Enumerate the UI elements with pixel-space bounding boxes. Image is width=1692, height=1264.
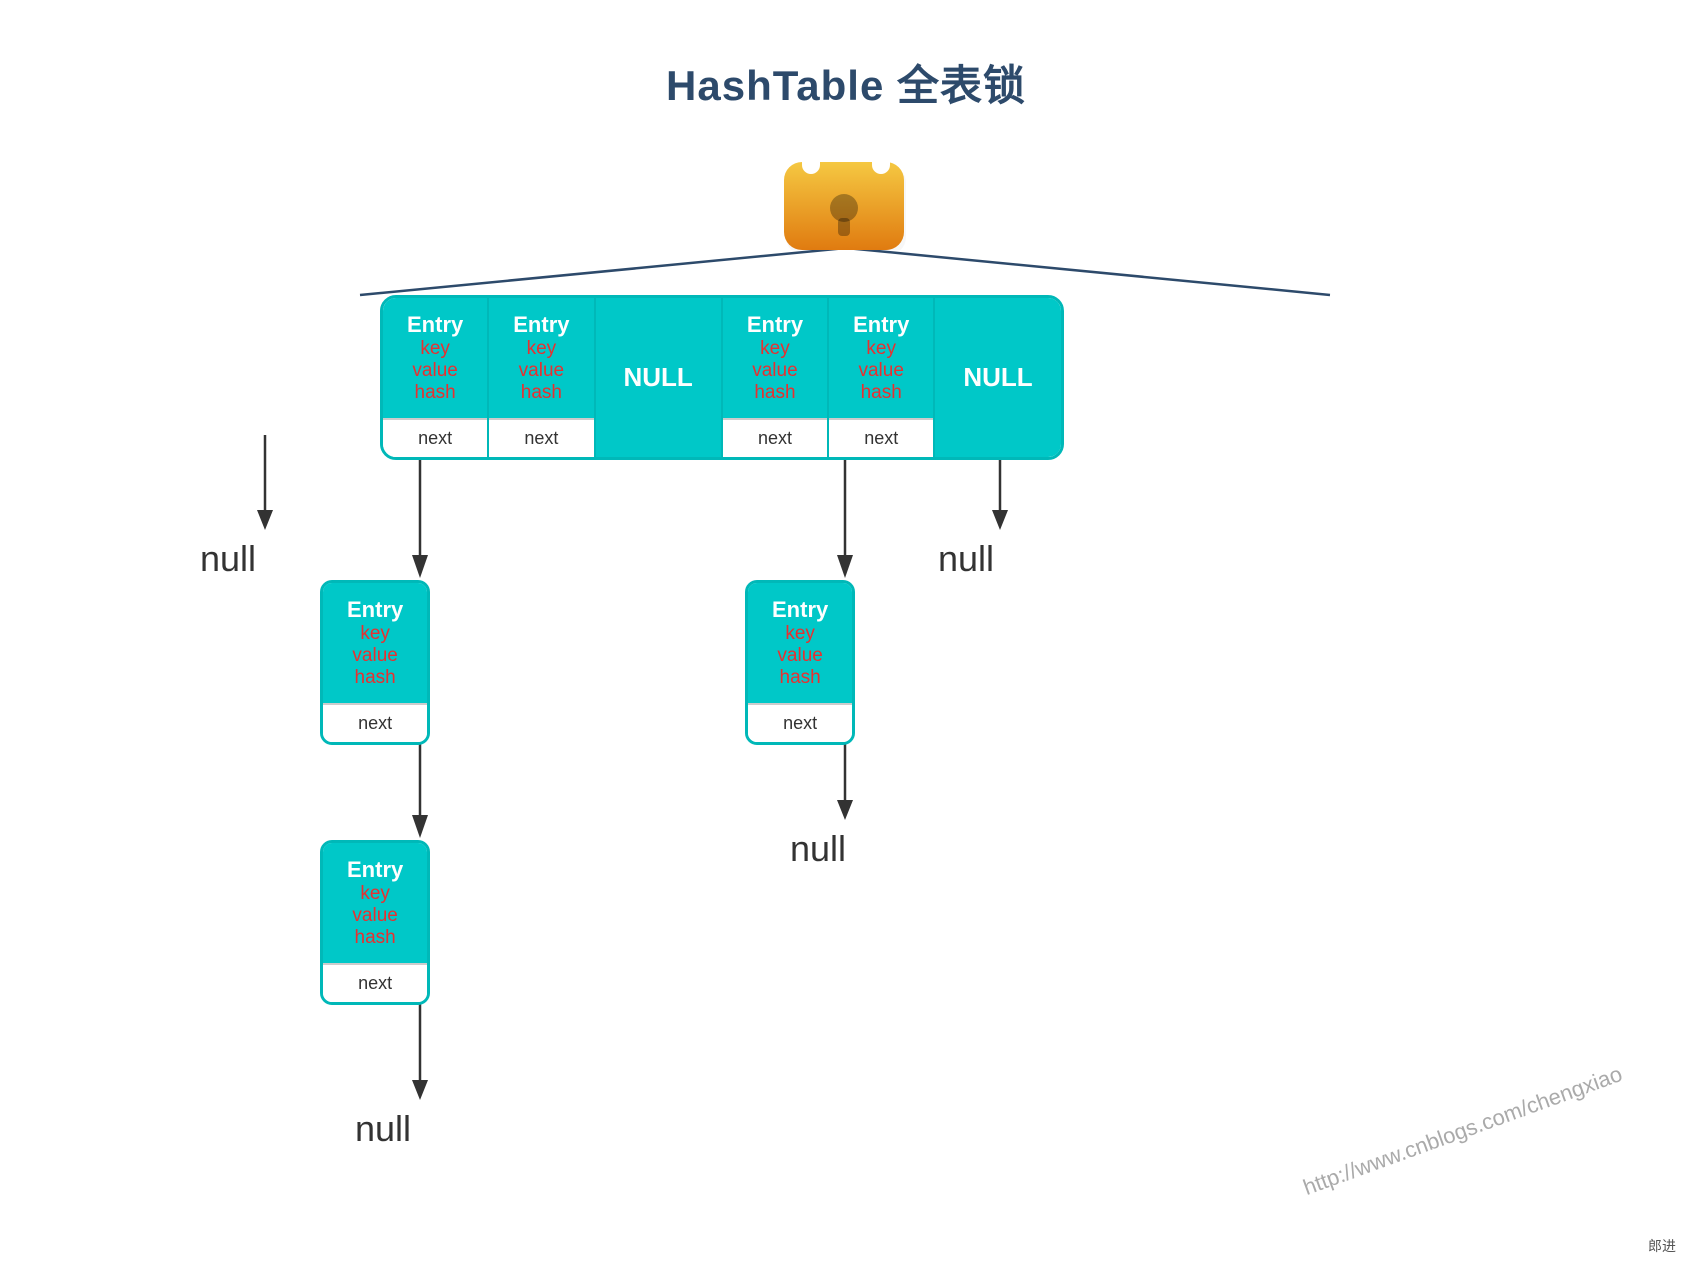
watermark: http://www.cnblogs.com/chengxiao: [1300, 1061, 1626, 1201]
chain2-e2-value: value: [772, 645, 828, 667]
footer-label: 郎进: [1648, 1236, 1676, 1256]
top-table-cell-2: NULL: [596, 298, 723, 457]
null-label-3: null: [790, 828, 846, 870]
top-table-cell-5: NULL: [935, 298, 1060, 457]
cell3-key: key: [747, 338, 803, 360]
cell1-hash: hash: [513, 382, 569, 404]
cell3-label: Entry: [747, 312, 803, 338]
cell1-value: value: [513, 360, 569, 382]
chain1-entry3: Entry key value hash next: [320, 840, 430, 1005]
cell4-key: key: [853, 338, 909, 360]
chain1-entry2: Entry key value hash next: [320, 580, 430, 745]
chain2-e2-hash: hash: [772, 667, 828, 689]
cell2-null: NULL: [624, 362, 693, 393]
chain1-e2-value: value: [347, 645, 403, 667]
cell0-key: key: [407, 338, 463, 360]
top-table: Entry key value hash next Entry key valu…: [380, 295, 1064, 460]
cell1-key: key: [513, 338, 569, 360]
chain2-e2-next: next: [748, 703, 852, 742]
cell0-value: value: [407, 360, 463, 382]
cell3-value: value: [747, 360, 803, 382]
cell4-value: value: [853, 360, 909, 382]
chain1-e3-hash: hash: [347, 927, 403, 949]
cell0-hash: hash: [407, 382, 463, 404]
top-table-cell-0: Entry key value hash next: [383, 298, 489, 457]
chain1-e2-label: Entry: [347, 597, 403, 623]
null-label-1: null: [200, 538, 256, 580]
chain1-e2-key: key: [347, 623, 403, 645]
cell3-next: next: [723, 418, 827, 457]
cell5-null: NULL: [963, 362, 1032, 393]
cell4-label: Entry: [853, 312, 909, 338]
cell4-next: next: [829, 418, 933, 457]
chain2-e2-key: key: [772, 623, 828, 645]
chain1-e3-label: Entry: [347, 857, 403, 883]
top-table-cell-4: Entry key value hash next: [829, 298, 935, 457]
chain1-e2-hash: hash: [347, 667, 403, 689]
top-table-cell-1: Entry key value hash next: [489, 298, 595, 457]
null-label-4: null: [938, 538, 994, 580]
lock-icon: [766, 90, 926, 250]
chain1-e3-value: value: [347, 905, 403, 927]
chain2-entry2: Entry key value hash next: [745, 580, 855, 745]
chain1-e3-key: key: [347, 883, 403, 905]
chain1-e2-next: next: [323, 703, 427, 742]
chain1-e3-next: next: [323, 963, 427, 1002]
cell1-label: Entry: [513, 312, 569, 338]
chain2-e2-label: Entry: [772, 597, 828, 623]
null-label-2: null: [355, 1108, 411, 1150]
cell4-hash: hash: [853, 382, 909, 404]
cell0-label: Entry: [407, 312, 463, 338]
cell3-hash: hash: [747, 382, 803, 404]
cell1-next: next: [489, 418, 593, 457]
top-table-cell-3: Entry key value hash next: [723, 298, 829, 457]
cell0-next: next: [383, 418, 487, 457]
